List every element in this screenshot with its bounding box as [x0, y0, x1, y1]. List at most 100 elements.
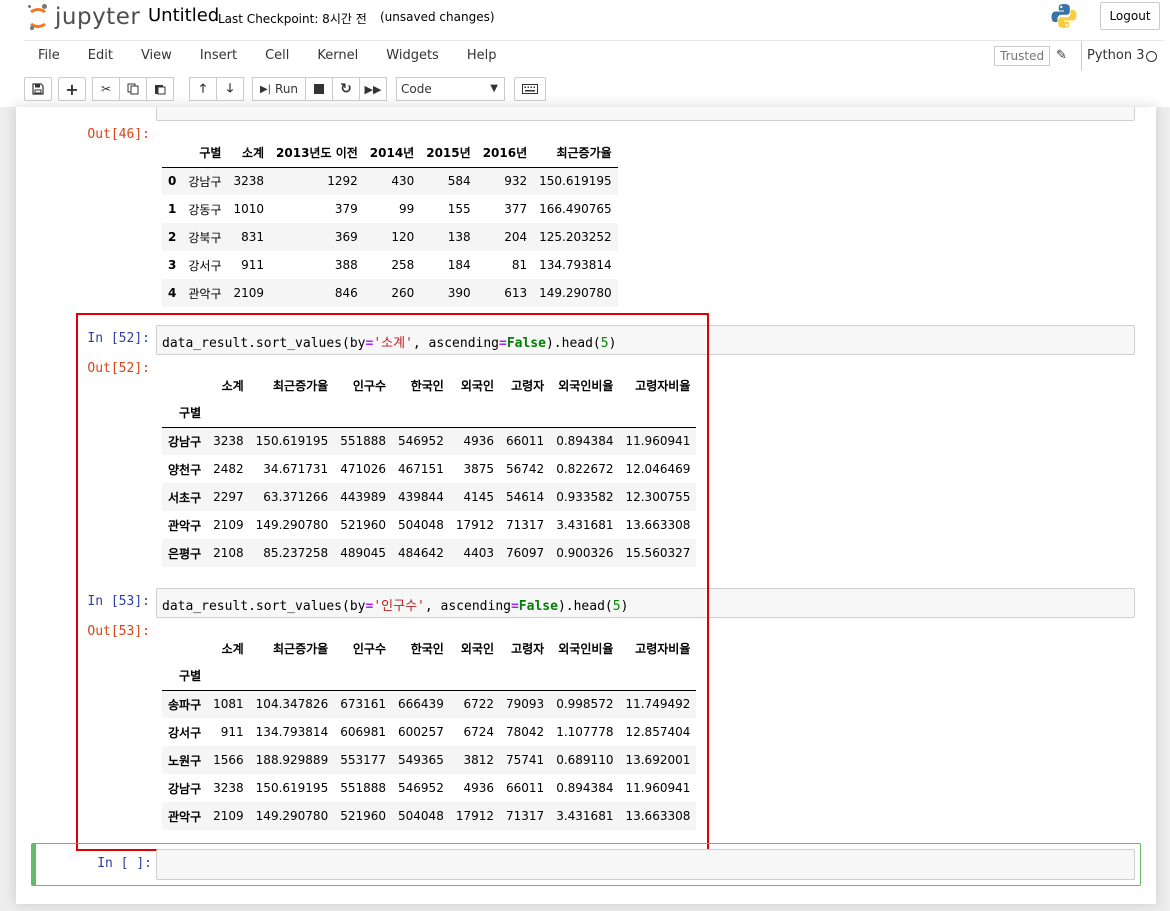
- table-cell: 831: [241, 230, 265, 244]
- paste-icon: [155, 85, 166, 95]
- table-cell: 120: [391, 230, 415, 244]
- table-cell: 134.793814: [539, 258, 612, 272]
- stop-icon: [314, 84, 324, 94]
- logout-button[interactable]: Logout: [1100, 2, 1160, 30]
- menu-cell[interactable]: Cell: [251, 41, 303, 71]
- command-palette-button[interactable]: [514, 77, 546, 101]
- column-header: 구별: [182, 139, 228, 168]
- column-header: 2014년: [363, 139, 421, 168]
- table-cell: 846: [334, 286, 358, 300]
- table-cell: 관악구: [188, 286, 222, 301]
- menubar: File Edit View Insert Cell Kernel Widget…: [24, 40, 1164, 72]
- keyboard-icon: [522, 84, 538, 94]
- save-icon: [32, 83, 44, 95]
- autosave-status: (unsaved changes): [380, 10, 495, 24]
- column-header: 2013년도 이전: [270, 139, 364, 168]
- restart-run-all-button[interactable]: ▶▶: [359, 77, 387, 101]
- table-cell: 강동구: [188, 202, 222, 217]
- cut-icon: ✂: [100, 82, 112, 96]
- table-cell: 430: [391, 174, 415, 189]
- move-down-icon: 🡓: [226, 80, 234, 95]
- copy-icon: [127, 83, 139, 95]
- table-cell: 613: [504, 286, 528, 300]
- table-row: 4 관악구 2109 846 260 390 613 149.290780: [162, 279, 618, 307]
- table-cell: 260: [391, 286, 415, 300]
- notebook-header: jupyter Untitled Last Checkpoint: 8시간 전 …: [0, 0, 1170, 107]
- cut-button[interactable]: ✂: [92, 77, 120, 101]
- chevron-down-icon: ▼: [490, 83, 498, 94]
- jupyter-logo[interactable]: jupyter: [27, 3, 140, 31]
- out-prompt-46: Out[46]:: [87, 127, 150, 142]
- menu-widgets[interactable]: Widgets: [372, 41, 453, 71]
- menu-edit[interactable]: Edit: [74, 41, 127, 71]
- table-cell: 369: [334, 230, 358, 244]
- checkpoint-status: Last Checkpoint: 8시간 전: [218, 12, 367, 26]
- trusted-indicator[interactable]: Trusted: [994, 46, 1051, 66]
- run-button[interactable]: ▶| Run: [252, 77, 306, 101]
- table-cell: 584: [447, 174, 471, 189]
- code-input-partial[interactable]: [156, 107, 1135, 121]
- column-header: 2015년: [420, 139, 477, 168]
- table-cell: 911: [241, 258, 265, 272]
- dataframe-output-46: 구별 소계 2013년도 이전 2014년 2015년 2016년 최근증가율 …: [162, 139, 618, 307]
- table-row: 2 강북구 831 369 120 138 204 125.203252: [162, 223, 618, 251]
- column-header: [162, 139, 183, 168]
- paste-button[interactable]: [146, 77, 174, 101]
- jupyter-logo-icon: [27, 4, 49, 30]
- code-input-empty[interactable]: [156, 849, 1135, 880]
- row-index: 2: [168, 230, 177, 244]
- table-cell: 155: [447, 202, 471, 216]
- restart-button[interactable]: ↻: [332, 77, 360, 101]
- pencil-icon[interactable]: ✎: [1056, 48, 1067, 63]
- notebook-title[interactable]: Untitled: [148, 5, 219, 26]
- column-header: 최근증가율: [533, 139, 618, 168]
- menu-insert[interactable]: Insert: [186, 41, 251, 71]
- table-cell: 1292: [327, 174, 358, 189]
- row-index: 0: [168, 174, 177, 189]
- save-button[interactable]: [24, 77, 52, 101]
- table-cell: 204: [504, 230, 528, 244]
- run-icon: ▶|: [259, 83, 272, 95]
- header-bar: jupyter Untitled Last Checkpoint: 8시간 전 …: [0, 0, 1170, 36]
- kernel-name: Python 3: [1081, 41, 1144, 71]
- table-cell: 강북구: [188, 230, 222, 245]
- table-row: 0 강남구 3238 1292 430 584 932 150.619195: [162, 167, 618, 195]
- table-cell: 150.619195: [539, 174, 612, 189]
- row-index: 4: [168, 286, 177, 300]
- python-logo-icon: [1051, 4, 1077, 28]
- restart-icon: ↻: [340, 81, 352, 97]
- menu-file[interactable]: File: [24, 41, 74, 71]
- table-cell: 125.203252: [539, 230, 612, 244]
- table-cell: 184: [447, 258, 471, 272]
- menu-help[interactable]: Help: [453, 41, 511, 71]
- table-cell: 149.290780: [539, 286, 612, 300]
- stop-button[interactable]: [305, 77, 333, 101]
- kernel-idle-icon: [1146, 51, 1157, 62]
- table-cell: 81: [511, 258, 528, 272]
- cell-type-select[interactable]: Code ▼: [396, 77, 505, 101]
- add-cell-button[interactable]: +: [58, 77, 86, 101]
- table-cell: 3238: [233, 174, 265, 189]
- menu-kernel[interactable]: Kernel: [303, 41, 372, 71]
- table-cell: 258: [391, 258, 415, 272]
- table-cell: 99: [398, 202, 415, 216]
- table-cell: 166.490765: [539, 202, 612, 216]
- row-index: 3: [168, 258, 177, 272]
- table-cell: 강남구: [188, 174, 222, 189]
- move-down-button[interactable]: 🡓: [216, 77, 244, 101]
- move-up-button[interactable]: 🡑: [189, 77, 217, 101]
- table-cell: 1010: [233, 202, 265, 216]
- table-row: 3 강서구 911 388 258 184 81 134.793814: [162, 251, 618, 279]
- selected-empty-cell[interactable]: In [ ]:: [31, 843, 1141, 886]
- table-cell: 138: [447, 230, 471, 244]
- copy-button[interactable]: [119, 77, 147, 101]
- move-up-icon: 🡑: [199, 80, 207, 95]
- menu-view[interactable]: View: [127, 41, 186, 71]
- table-cell: 2109: [233, 286, 265, 300]
- cell-type-value: Code: [401, 82, 432, 96]
- table-cell: 390: [447, 286, 471, 300]
- add-cell-icon: +: [65, 79, 79, 99]
- jupyter-logo-text: jupyter: [55, 4, 141, 30]
- table-cell: 932: [504, 174, 528, 189]
- row-index: 1: [168, 202, 177, 216]
